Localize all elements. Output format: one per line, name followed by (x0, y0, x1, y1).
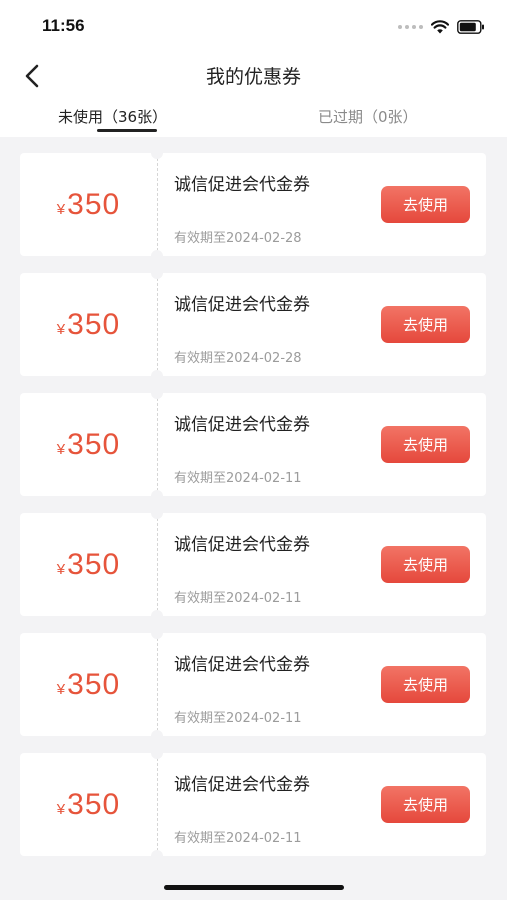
currency-symbol: ¥ (56, 320, 66, 338)
coupon-card: ¥ 350 诚信促进会代金券 有效期至2024-02-11 去使用 (20, 387, 486, 502)
coupon-name: 诚信促进会代金券 (174, 295, 310, 315)
signal-icon (398, 25, 423, 29)
currency-symbol: ¥ (56, 200, 66, 218)
use-button[interactable]: 去使用 (381, 546, 470, 583)
amount-value: 350 (67, 667, 121, 701)
coupon-validity: 有效期至2024-02-11 (174, 471, 302, 486)
tab-expired[interactable]: 已过期（0张） (318, 106, 418, 127)
use-button[interactable]: 去使用 (381, 426, 470, 463)
coupon-amount: ¥ 350 (57, 428, 120, 462)
coupon-validity: 有效期至2024-02-28 (174, 351, 302, 366)
coupon-validity: 有效期至2024-02-11 (174, 591, 302, 606)
page-title: 我的优惠券 (205, 66, 301, 88)
coupon-amount-area: ¥ 350 (20, 633, 158, 736)
use-button[interactable]: 去使用 (381, 666, 470, 703)
coupon-info: 诚信促进会代金券 有效期至2024-02-11 去使用 (158, 753, 486, 856)
coupon-card: ¥ 350 诚信促进会代金券 有效期至2024-02-11 去使用 (20, 507, 486, 622)
coupon-amount: ¥ 350 (57, 548, 120, 582)
coupon-card: ¥ 350 诚信促进会代金券 有效期至2024-02-11 去使用 (20, 747, 486, 862)
coupon-amount: ¥ 350 (57, 308, 120, 342)
coupon-name: 诚信促进会代金券 (174, 175, 310, 195)
currency-symbol: ¥ (56, 440, 66, 458)
coupon-amount: ¥ 350 (57, 188, 120, 222)
home-indicator (164, 885, 344, 890)
coupon-info: 诚信促进会代金券 有效期至2024-02-28 去使用 (158, 153, 486, 256)
coupon-list: ¥ 350 诚信促进会代金券 有效期至2024-02-28 去使用 ¥ 350 … (20, 147, 486, 873)
coupon-amount-area: ¥ 350 (20, 393, 158, 496)
coupon-validity: 有效期至2024-02-11 (174, 711, 302, 726)
amount-value: 350 (67, 307, 121, 341)
amount-value: 350 (67, 547, 121, 581)
tab-unused[interactable]: 未使用（36张） (58, 106, 167, 127)
amount-value: 350 (67, 187, 121, 221)
coupon-info: 诚信促进会代金券 有效期至2024-02-11 去使用 (158, 633, 486, 736)
amount-value: 350 (67, 427, 121, 461)
coupon-info: 诚信促进会代金券 有效期至2024-02-11 去使用 (158, 513, 486, 616)
coupon-amount-area: ¥ 350 (20, 753, 158, 856)
coupon-card: ¥ 350 诚信促进会代金券 有效期至2024-02-28 去使用 (20, 267, 486, 382)
coupon-amount-area: ¥ 350 (20, 153, 158, 256)
wifi-icon (431, 20, 449, 34)
active-tab-indicator (97, 129, 157, 132)
currency-symbol: ¥ (56, 560, 66, 578)
top-bar: 11:56 我的优惠券 未使用（36张） 已过期（0张） (0, 0, 507, 137)
battery-icon (457, 20, 485, 34)
coupon-info: 诚信促进会代金券 有效期至2024-02-11 去使用 (158, 393, 486, 496)
coupon-amount: ¥ 350 (57, 668, 120, 702)
currency-symbol: ¥ (56, 800, 66, 818)
coupon-name: 诚信促进会代金券 (174, 655, 310, 675)
coupon-amount-area: ¥ 350 (20, 513, 158, 616)
coupon-amount-area: ¥ 350 (20, 273, 158, 376)
status-time: 11:56 (42, 16, 85, 35)
coupon-name: 诚信促进会代金券 (174, 415, 310, 435)
use-button[interactable]: 去使用 (381, 306, 470, 343)
currency-symbol: ¥ (56, 680, 66, 698)
use-button[interactable]: 去使用 (381, 786, 470, 823)
use-button[interactable]: 去使用 (381, 186, 470, 223)
coupon-validity: 有效期至2024-02-28 (174, 231, 302, 246)
coupon-card: ¥ 350 诚信促进会代金券 有效期至2024-02-28 去使用 (20, 147, 486, 262)
coupon-amount: ¥ 350 (57, 788, 120, 822)
coupon-name: 诚信促进会代金券 (174, 775, 310, 795)
coupon-card: ¥ 350 诚信促进会代金券 有效期至2024-02-11 去使用 (20, 627, 486, 742)
coupon-info: 诚信促进会代金券 有效期至2024-02-28 去使用 (158, 273, 486, 376)
coupon-validity: 有效期至2024-02-11 (174, 831, 302, 846)
status-icons (398, 18, 485, 36)
amount-value: 350 (67, 787, 121, 821)
coupon-name: 诚信促进会代金券 (174, 535, 310, 555)
